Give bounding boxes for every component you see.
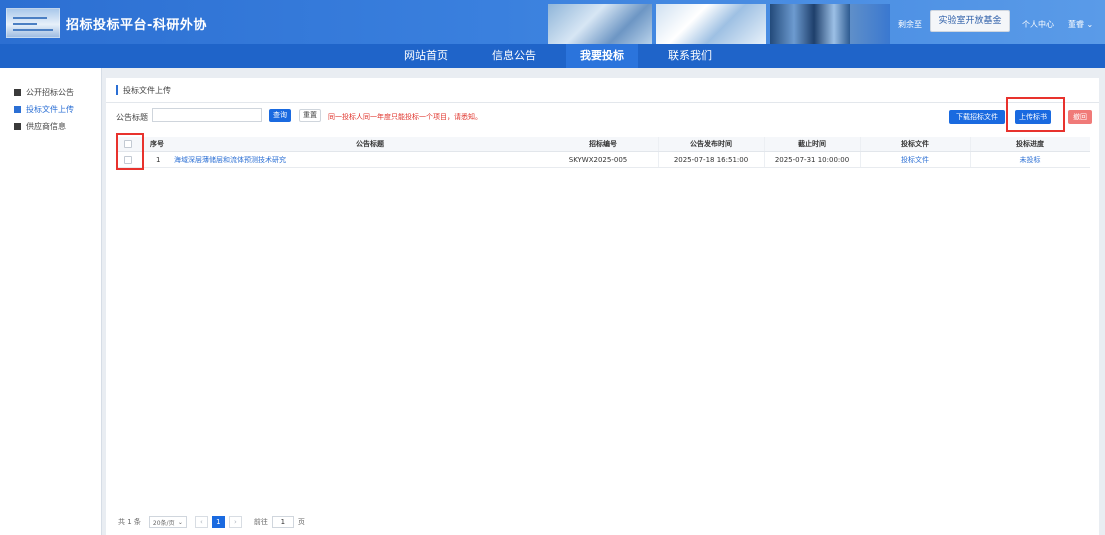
sidebar-item-supplier-info[interactable]: 供应商信息: [14, 120, 66, 134]
goto-label: 前往: [253, 518, 268, 526]
menu-bullet-icon: [14, 89, 21, 96]
column-header: 招标编号: [589, 140, 617, 148]
row-index: 1: [156, 155, 161, 164]
withdraw-button[interactable]: 撤回: [1068, 110, 1092, 124]
page-suffix: 页: [297, 518, 305, 526]
main-panel: 投标文件上传 公告标题 查询 重置 同一投标人同一年度只能投标一个项目，请悉知。…: [106, 78, 1099, 535]
banner-image: [770, 4, 850, 44]
main-nav: 网站首页 信息公告 我要投标 联系我们: [0, 44, 1105, 68]
menu-bullet-icon: [14, 106, 21, 113]
column-header: 投标文件: [901, 140, 929, 148]
nav-item-bid[interactable]: 我要投标: [566, 44, 638, 68]
goto-page-input[interactable]: 1: [271, 516, 294, 528]
nav-item-home[interactable]: 网站首页: [392, 44, 460, 68]
column-header: 截止时间: [798, 140, 826, 148]
highlight-box: [116, 133, 144, 170]
row-bid-file-link[interactable]: 投标文件: [860, 152, 970, 167]
user-center-link[interactable]: 个人中心: [1022, 19, 1054, 30]
column-header: 投标进度: [1016, 140, 1044, 148]
user-menu-dropdown[interactable]: 董睿 ⌄: [1068, 19, 1093, 30]
title-filter-label: 公告标题: [116, 113, 148, 122]
prev-page-button[interactable]: ‹: [194, 516, 208, 528]
site-title: 招标投标平台-科研外协: [66, 18, 207, 33]
banner-image: [548, 4, 652, 44]
highlight-box: [1006, 97, 1065, 132]
top-header: 招标投标平台-科研外协 剩余至 实验室开放基金 个人中心 董睿 ⌄: [0, 0, 1105, 44]
row-code: SKYWX2025-005: [568, 155, 628, 164]
banner-image: [850, 4, 890, 44]
row-title-link[interactable]: 海域深层薄储层和流体预测技术研究: [174, 152, 534, 167]
download-tender-button[interactable]: 下载招标文件: [949, 110, 1005, 124]
nav-item-contact[interactable]: 联系我们: [656, 44, 724, 68]
table-header: 序号 公告标题 招标编号 公告发布时间 截止时间 投标文件 投标进度: [118, 137, 1090, 152]
sidebar: 公开招标公告 投标文件上传 供应商信息: [0, 68, 102, 535]
countdown-label: 剩余至: [898, 20, 922, 29]
pagination: 共 1 条 20条/页 ⌄ ‹ 1 › 前往 1 页: [118, 515, 305, 529]
reset-button[interactable]: 重置: [299, 109, 321, 122]
column-header: 公告发布时间: [690, 140, 732, 148]
menu-bullet-icon: [14, 123, 21, 130]
column-header: 公告标题: [356, 140, 384, 148]
page-size-select[interactable]: 20条/页 ⌄: [148, 516, 187, 528]
banner-image: [656, 4, 766, 44]
sidebar-item-bid-upload[interactable]: 投标文件上传: [14, 103, 74, 117]
column-header: 序号: [150, 140, 164, 148]
title-search-input[interactable]: [152, 108, 262, 122]
table-row[interactable]: 1 海域深层薄储层和流体预测技术研究 SKYWX2025-005 2025-07…: [118, 152, 1090, 168]
next-page-button[interactable]: ›: [228, 516, 242, 528]
chevron-down-icon: ⌄: [177, 518, 183, 526]
lab-fund-button[interactable]: 实验室开放基金: [930, 10, 1010, 32]
row-deadline: 2025-07-31 10:00:00: [774, 155, 850, 164]
total-count: 共 1 条: [118, 518, 141, 526]
breadcrumb: 投标文件上传: [116, 85, 171, 96]
query-button[interactable]: 查询: [269, 109, 291, 122]
row-publish-time: 2025-07-18 16:51:00: [673, 155, 749, 164]
row-progress-status[interactable]: 未投标: [970, 152, 1090, 167]
nav-item-announcements[interactable]: 信息公告: [480, 44, 548, 68]
platform-logo-icon: [6, 8, 60, 38]
page-number-current[interactable]: 1: [211, 516, 225, 528]
notice-text: 同一投标人同一年度只能投标一个项目，请悉知。: [328, 113, 482, 121]
sidebar-item-public-tender[interactable]: 公开招标公告: [14, 86, 74, 100]
